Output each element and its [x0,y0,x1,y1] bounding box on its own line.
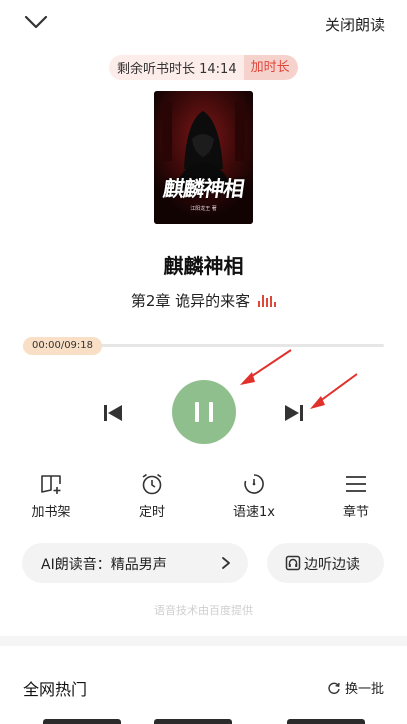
alarm-clock-icon [142,473,162,495]
next-chapter-button[interactable] [282,401,306,425]
hot-section-title: 全网热门 [23,680,88,699]
speed-button[interactable]: 语速1x [214,470,294,522]
cover-title: 麒麟神相 [161,176,246,201]
audio-equalizer-icon [258,294,277,307]
top-bar: 关闭朗读 [0,0,407,46]
cover-author: 江阳龙王 著 [190,206,217,212]
remaining-time-text: 剩余听书时长 14:14 [117,62,237,77]
pause-icon-bar [209,402,213,422]
speedometer-icon [244,474,264,494]
function-label: 语速1x [233,505,275,520]
extend-time-button[interactable]: 加时长 [243,55,298,80]
timer-button[interactable]: 定时 [112,470,192,522]
headphone-book-icon [285,555,301,571]
add-bookshelf-icon [41,475,61,494]
function-row: 加书架 定时 语速1x 章节 [0,470,407,522]
remaining-time-badge: 剩余听书时长 14:14 加时长 [109,55,298,80]
voice-label: AI朗读音：精品男声 [41,557,167,573]
book-cover: 麒麟神相 江阳龙王 著 [154,91,253,224]
refresh-label: 换一批 [344,682,384,697]
chevron-down-icon[interactable] [22,10,50,34]
chevron-right-icon [222,557,230,569]
refresh-icon [328,682,340,694]
add-bookshelf-button[interactable]: 加书架 [11,470,91,522]
book-title: 麒麟神相 [163,254,244,278]
listen-and-read-button[interactable]: 边听边读 [267,543,384,583]
function-label: 章节 [342,505,369,520]
listen-and-read-label: 边听边读 [304,557,360,573]
progress-time-label[interactable]: 00:00/09:18 [23,337,103,355]
refresh-button[interactable]: 换一批 [327,678,384,697]
voice-selector[interactable]: AI朗读音：精品男声 [22,543,248,583]
section-divider [0,636,407,646]
tts-credit: 语音技术由百度提供 [154,604,253,617]
book-thumbnail[interactable] [43,719,121,724]
pause-button[interactable] [172,380,236,444]
book-thumbnail[interactable] [287,719,365,724]
function-label: 加书架 [31,505,71,520]
menu-list-icon [346,476,366,492]
previous-chapter-button[interactable] [101,401,125,425]
skip-next-icon [285,405,303,421]
chapters-button[interactable]: 章节 [316,470,396,522]
chapter-row: 第2章 诡异的来客 [0,290,407,311]
book-thumbnail[interactable] [154,719,232,724]
skip-previous-icon [104,405,122,421]
function-label: 定时 [138,505,165,520]
chapter-title: 第2章 诡异的来客 [130,292,251,310]
close-reading-button[interactable]: 关闭朗读 [325,14,385,35]
pause-icon [195,402,199,422]
